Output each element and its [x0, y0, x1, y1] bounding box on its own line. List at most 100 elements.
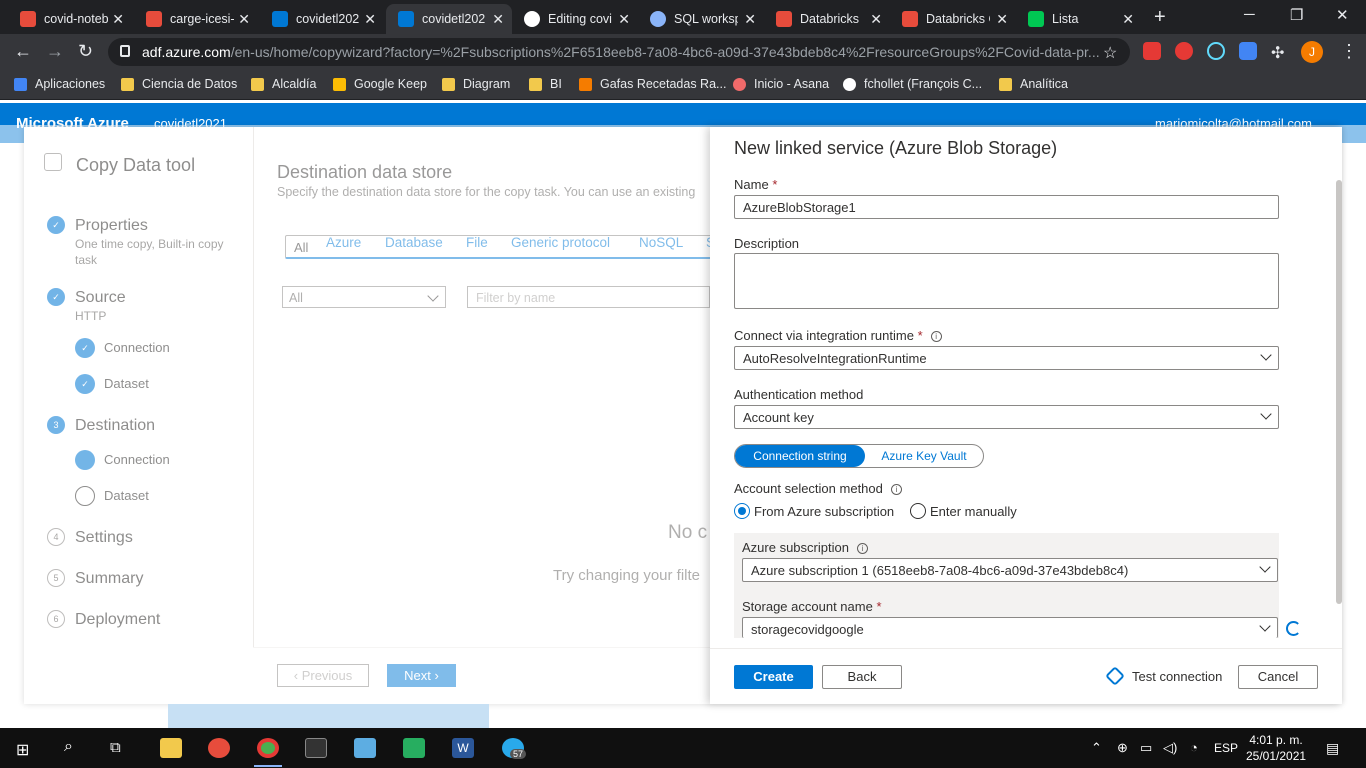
browser-tab[interactable]: Editing covid ✕ — [512, 4, 638, 34]
radio-enter-manually[interactable] — [910, 503, 926, 519]
volume-icon[interactable]: ◁) — [1163, 740, 1177, 756]
close-tab-icon[interactable]: ✕ — [492, 11, 504, 28]
close-tab-icon[interactable]: ✕ — [996, 11, 1008, 28]
step-source-connection[interactable]: Connection — [104, 340, 170, 355]
star-icon[interactable]: ☆ — [1103, 43, 1117, 63]
extension-icon[interactable] — [1143, 42, 1161, 60]
browser-tab[interactable]: Lista ✕ — [1016, 4, 1142, 34]
terminal-icon[interactable] — [305, 738, 327, 758]
app-icon[interactable] — [208, 738, 230, 758]
maximize-icon[interactable]: ❐ — [1290, 6, 1303, 24]
notification-center-icon[interactable]: ▤ — [1326, 740, 1339, 757]
reload-icon[interactable]: ↻ — [78, 41, 93, 62]
description-textarea[interactable] — [734, 253, 1279, 309]
back-button[interactable]: Back — [822, 665, 902, 689]
radio-from-subscription-label[interactable]: From Azure subscription — [754, 504, 894, 519]
step-source[interactable]: Source — [75, 289, 126, 307]
close-tab-icon[interactable]: ✕ — [112, 11, 124, 28]
notepad-icon[interactable] — [403, 738, 425, 758]
react-devtools-icon[interactable] — [1207, 42, 1225, 60]
filter-by-name-input[interactable]: Filter by name — [467, 286, 710, 308]
task-view-icon[interactable]: ⧉ — [110, 739, 121, 756]
language-indicator[interactable]: ESP — [1214, 741, 1238, 755]
browser-tab[interactable]: covid-notebo✕ — [8, 4, 132, 34]
browser-tab-active[interactable]: covidetl2021 ✕ — [386, 4, 512, 34]
close-tab-icon[interactable]: ✕ — [364, 11, 376, 28]
storage-account-dropdown[interactable]: storagecovidgoogle — [742, 617, 1278, 638]
bookmark-folder[interactable]: Alcaldía — [251, 77, 316, 91]
step-destination-dataset[interactable]: Dataset — [104, 488, 149, 503]
profile-avatar[interactable]: J — [1301, 41, 1323, 63]
browser-tab[interactable]: carge-icesi-o✕ — [134, 4, 258, 34]
bookmark-folder[interactable]: BI — [529, 77, 562, 91]
minimize-icon[interactable]: ─ — [1244, 6, 1255, 23]
browser-tab[interactable]: covidetl2021 ✕ — [260, 4, 384, 34]
tab-nosql[interactable]: NoSQL — [639, 235, 683, 250]
radio-from-subscription[interactable] — [734, 503, 750, 519]
step-destination-connection[interactable]: Connection — [104, 452, 170, 467]
word-icon[interactable]: W — [452, 738, 474, 758]
close-tab-icon[interactable]: ✕ — [238, 11, 250, 28]
close-tab-icon[interactable]: ✕ — [618, 11, 630, 28]
browser-tab[interactable]: Databricks ✕ — [764, 4, 890, 34]
windows-start-icon[interactable]: ⊞ — [16, 740, 29, 760]
bookmark-link[interactable]: Inicio - Asana — [733, 77, 829, 91]
forward-arrow-icon[interactable]: → — [46, 41, 64, 62]
bookmark-folder[interactable]: Analítica — [999, 77, 1068, 91]
store-type-dropdown[interactable]: All — [282, 286, 446, 308]
puzzle-icon[interactable]: ✣ — [1271, 43, 1284, 63]
chrome-icon[interactable] — [257, 738, 279, 758]
step-deployment[interactable]: Deployment — [75, 611, 160, 629]
create-button[interactable]: Create — [734, 665, 813, 689]
chevron-up-icon[interactable]: ⌃ — [1091, 740, 1102, 756]
close-window-icon[interactable]: ✕ — [1336, 6, 1349, 24]
tab-generic-protocol[interactable]: Generic protocol — [511, 235, 610, 250]
wifi-icon[interactable]: ◔ — [1190, 740, 1198, 755]
step-destination[interactable]: Destination — [75, 417, 155, 435]
search-icon[interactable]: ⌕ — [64, 738, 73, 756]
system-clock[interactable]: 4:01 p. m. 25/01/2021 — [1246, 732, 1306, 764]
bookmark-folder[interactable]: Ciencia de Datos — [121, 77, 237, 91]
tab-file[interactable]: File — [466, 235, 488, 250]
close-tab-icon[interactable]: ✕ — [744, 11, 756, 28]
info-icon[interactable]: i — [930, 331, 942, 342]
address-bar[interactable]: adf.azure.com/en-us/home/copywizard?fact… — [108, 38, 1130, 66]
step-settings[interactable]: Settings — [75, 529, 133, 547]
cancel-button[interactable]: Cancel — [1238, 665, 1318, 689]
network-icon[interactable]: ⊕ — [1117, 740, 1128, 756]
name-input[interactable]: AzureBlobStorage1 — [734, 195, 1279, 219]
back-arrow-icon[interactable]: ← — [14, 41, 32, 62]
auth-dropdown[interactable]: Account key — [734, 405, 1279, 429]
panel-scrollbar[interactable] — [1336, 180, 1342, 604]
close-tab-icon[interactable]: ✕ — [1122, 11, 1134, 28]
battery-icon[interactable]: ▭ — [1140, 740, 1152, 756]
adblock-icon[interactable] — [1175, 42, 1193, 60]
step-source-dataset[interactable]: Dataset — [104, 376, 149, 391]
menu-icon[interactable]: ⋮ — [1340, 41, 1358, 62]
test-connection-button[interactable]: Test connection — [1105, 666, 1222, 686]
file-explorer-icon[interactable] — [160, 738, 182, 758]
refresh-icon[interactable] — [1286, 621, 1301, 636]
subscription-dropdown[interactable]: Azure subscription 1 (6518eeb8-7a08-4bc6… — [742, 558, 1278, 582]
azure-key-vault-option[interactable]: Azure Key Vault — [865, 445, 983, 467]
tab-database[interactable]: Database — [385, 235, 443, 250]
close-tab-icon[interactable]: ✕ — [870, 11, 882, 28]
step-summary[interactable]: Summary — [75, 570, 143, 588]
translate-icon[interactable] — [1239, 42, 1257, 60]
runtime-dropdown[interactable]: AutoResolveIntegrationRuntime — [734, 346, 1279, 370]
radio-enter-manually-label[interactable]: Enter manually — [930, 504, 1017, 519]
info-icon[interactable]: i — [890, 484, 902, 495]
previous-button[interactable]: ‹ Previous — [277, 664, 369, 687]
next-button[interactable]: Next › — [387, 664, 456, 687]
browser-tab[interactable]: Databricks C✕ — [890, 4, 1016, 34]
info-icon[interactable]: i — [856, 543, 868, 554]
bookmark-link[interactable]: Gafas Recetadas Ra... — [579, 77, 726, 91]
new-tab-icon[interactable]: + — [1154, 6, 1166, 29]
bookmark-link[interactable]: fchollet (François C... — [843, 77, 982, 91]
bookmark-apps[interactable]: Aplicaciones — [14, 77, 105, 91]
app-icon[interactable] — [354, 738, 376, 758]
browser-tab[interactable]: SQL workspa✕ — [638, 4, 764, 34]
bookmark-folder[interactable]: Diagram — [442, 77, 510, 91]
connection-string-option[interactable]: Connection string — [735, 445, 865, 467]
step-properties[interactable]: Properties — [75, 217, 148, 235]
